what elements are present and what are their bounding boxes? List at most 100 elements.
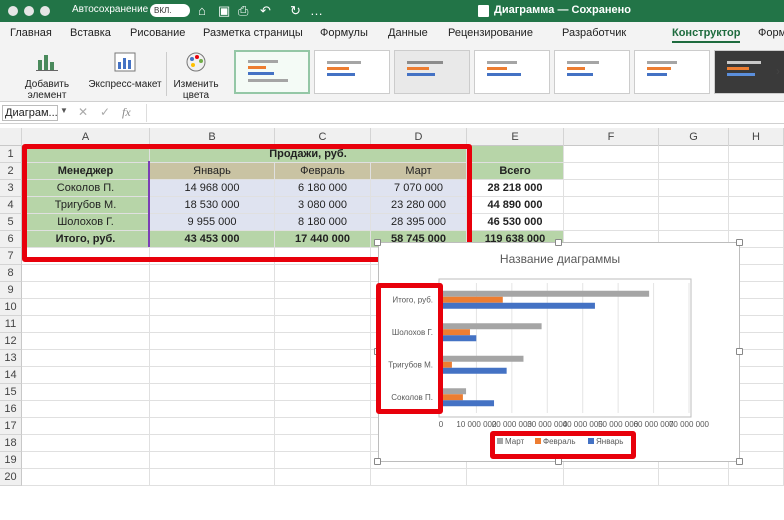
grid-cell[interactable] [275,350,371,367]
row-header[interactable]: 1 [0,146,22,163]
grid-cell[interactable] [150,367,275,384]
name-box-dropdown-icon[interactable]: ▼ [60,106,68,115]
tab-page-layout[interactable]: Разметка страницы [203,27,303,39]
tab-chart-design[interactable]: Конструктор [672,27,741,43]
tab-format[interactable]: Форм [758,27,784,39]
tab-developer[interactable]: Разработчик [562,27,626,39]
bar[interactable] [441,335,477,342]
tab-insert[interactable]: Вставка [70,27,111,39]
minimize-window-button[interactable] [24,6,34,16]
bar[interactable] [441,302,595,309]
grid-cell[interactable] [564,197,659,214]
row-header[interactable]: 8 [0,265,22,282]
grid-cell[interactable] [659,180,729,197]
table-cell[interactable]: 46 530 000 [467,214,564,231]
quick-layout-button[interactable]: Экспресс-макет [88,50,162,90]
grid-cell[interactable] [729,197,784,214]
grid-cell[interactable] [275,452,371,469]
grid-cell[interactable] [564,163,659,180]
column-header[interactable]: F [564,128,659,146]
select-all-corner[interactable] [0,128,22,146]
bar[interactable] [441,323,542,330]
column-header[interactable]: G [659,128,729,146]
zoom-window-button[interactable] [40,6,50,16]
grid-cell[interactable] [729,163,784,180]
resize-handle[interactable] [374,239,381,246]
formula-input[interactable] [146,104,780,122]
row-header[interactable]: 18 [0,435,22,452]
grid-cell[interactable] [22,299,150,316]
redo-icon[interactable]: ↻ [290,3,301,19]
tab-formulas[interactable]: Формулы [320,27,368,39]
grid-cell[interactable] [659,197,729,214]
grid-cell[interactable] [22,435,150,452]
grid-cell[interactable] [729,469,784,486]
row-header[interactable]: 14 [0,367,22,384]
row-header[interactable]: 6 [0,231,22,248]
row-header[interactable]: 19 [0,452,22,469]
row-header[interactable]: 7 [0,248,22,265]
chart-style-1[interactable] [234,50,310,94]
grid-cell[interactable] [275,384,371,401]
grid-cell[interactable] [22,469,150,486]
row-header[interactable]: 12 [0,333,22,350]
grid-cell[interactable] [150,452,275,469]
row-header[interactable]: 20 [0,469,22,486]
grid-cell[interactable] [22,350,150,367]
grid-cell[interactable] [275,401,371,418]
grid-cell[interactable] [729,180,784,197]
bar[interactable] [441,394,463,401]
grid-cell[interactable] [275,435,371,452]
grid-cell[interactable] [150,282,275,299]
grid-cell[interactable] [371,469,467,486]
grid-cell[interactable] [22,452,150,469]
bar[interactable] [441,388,467,395]
resize-handle[interactable] [736,239,743,246]
grid-cell[interactable] [564,214,659,231]
bar[interactable] [441,355,524,362]
grid-cell[interactable] [275,418,371,435]
tab-review[interactable]: Рецензирование [448,27,533,39]
close-window-button[interactable] [8,6,18,16]
bar[interactable] [441,329,470,336]
table-title-cell[interactable] [467,146,564,163]
grid-cell[interactable] [22,367,150,384]
bar[interactable] [441,367,507,374]
name-box[interactable]: Диаграм... [2,105,58,121]
grid-cell[interactable] [564,180,659,197]
grid-cell[interactable] [275,265,371,282]
grid-cell[interactable] [150,384,275,401]
grid-cell[interactable] [150,350,275,367]
row-header[interactable]: 9 [0,282,22,299]
grid-cell[interactable] [659,469,729,486]
row-header[interactable]: 13 [0,350,22,367]
row-header[interactable]: 2 [0,163,22,180]
resize-handle[interactable] [555,458,562,465]
grid-cell[interactable] [22,401,150,418]
grid-cell[interactable] [275,469,371,486]
function-icon[interactable]: fx [122,105,131,120]
column-header[interactable]: E [467,128,564,146]
grid-cell[interactable] [729,214,784,231]
resize-handle[interactable] [736,348,743,355]
header-total[interactable]: Всего [467,163,564,180]
more-icon[interactable]: … [310,3,323,18]
row-header[interactable]: 5 [0,214,22,231]
table-cell[interactable]: 28 218 000 [467,180,564,197]
undo-icon[interactable]: ↶ [260,3,271,19]
grid-cell[interactable] [150,316,275,333]
grid-cell[interactable] [729,146,784,163]
grid-cell[interactable] [22,282,150,299]
row-header[interactable]: 15 [0,384,22,401]
cancel-icon[interactable]: ✕ [78,105,88,119]
grid-cell[interactable] [150,333,275,350]
tab-data[interactable]: Данные [388,27,428,39]
grid-cell[interactable] [150,469,275,486]
resize-handle[interactable] [374,458,381,465]
row-header[interactable]: 4 [0,197,22,214]
confirm-icon[interactable]: ✓ [100,105,110,119]
grid-cell[interactable] [150,401,275,418]
save-icon[interactable]: ▣ [218,3,230,19]
chart-title[interactable]: Название диаграммы [500,252,620,266]
resize-handle[interactable] [736,458,743,465]
